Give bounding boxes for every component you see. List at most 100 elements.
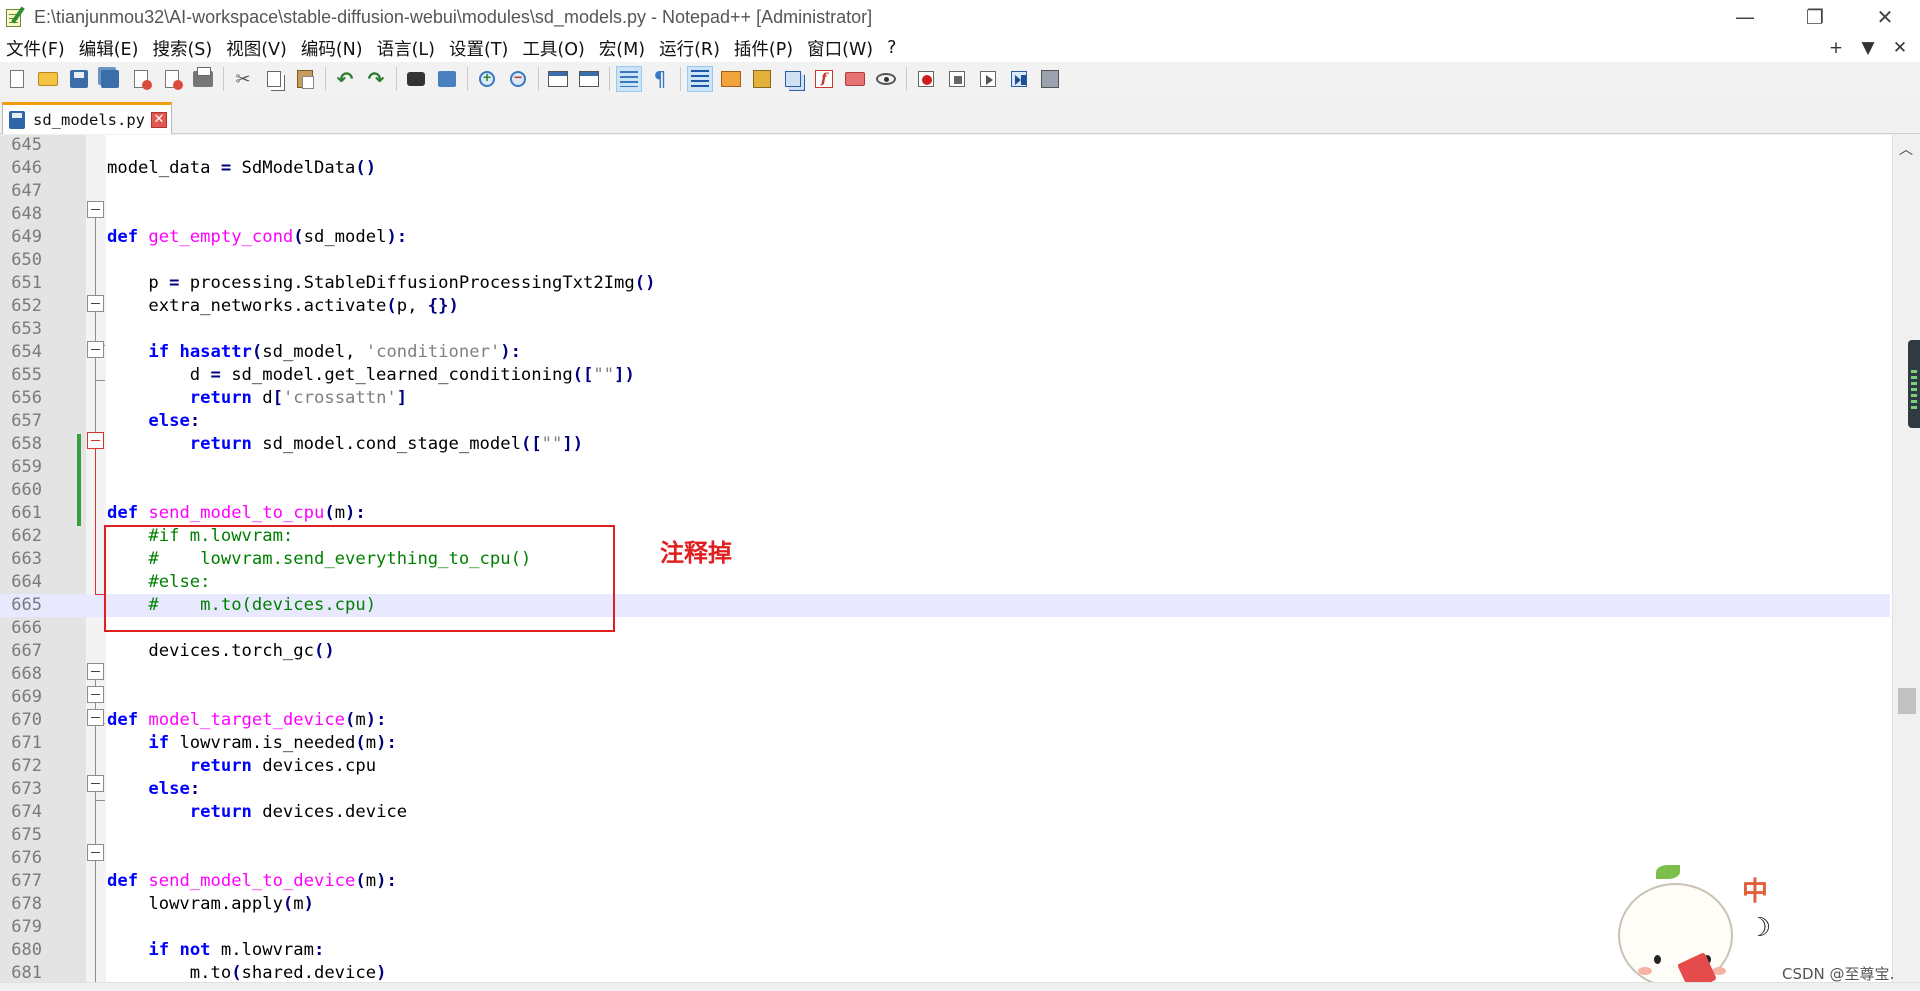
word-wrap-button[interactable]	[616, 66, 642, 92]
fold-toggle-icon[interactable]	[87, 775, 104, 792]
menu-window[interactable]: 窗口(W)	[800, 36, 880, 61]
code-line[interactable]: 679	[0, 916, 1890, 939]
fold-toggle-icon[interactable]	[87, 709, 104, 726]
document-map-button[interactable]	[749, 66, 775, 92]
tab-list-button[interactable]: ▼	[1852, 38, 1884, 58]
code-line[interactable]: 651 p = processing.StableDiffusionProces…	[0, 272, 1890, 295]
menu-file[interactable]: 文件(F)	[0, 36, 72, 61]
code-line[interactable]: 675	[0, 824, 1890, 847]
code-line[interactable]: 672 return devices.cpu	[0, 755, 1890, 778]
new-file-button[interactable]	[4, 66, 30, 92]
side-monitor-widget[interactable]	[1908, 340, 1920, 428]
function-list-button[interactable]: f	[811, 66, 837, 92]
code-line[interactable]: 645	[0, 135, 1890, 157]
code-line[interactable]: 660	[0, 479, 1890, 502]
menu-edit[interactable]: 编辑(E)	[72, 36, 146, 61]
code-line[interactable]: 670 def model_target_device(m):	[0, 709, 1890, 732]
code-line[interactable]: 674 return devices.device	[0, 801, 1890, 824]
stop-record-button[interactable]	[944, 66, 970, 92]
code-line[interactable]: 678 lowvram.apply(m)	[0, 893, 1890, 916]
minimize-button[interactable]: —	[1710, 0, 1780, 34]
copy-button[interactable]	[261, 66, 287, 92]
sync-vertical-button[interactable]	[545, 66, 571, 92]
scrollbar-thumb[interactable]	[1898, 688, 1916, 714]
run-macro-multiple-button[interactable]	[1006, 66, 1032, 92]
save-macro-button[interactable]	[1037, 66, 1063, 92]
scroll-up-icon[interactable]: ︿	[1899, 139, 1913, 159]
folder-workspace-button[interactable]	[842, 66, 868, 92]
code-line[interactable]: 649 def get_empty_cond(sd_model):	[0, 226, 1890, 249]
code-line[interactable]: 658 return sd_model.cond_stage_model([""…	[0, 433, 1890, 456]
play-macro-button[interactable]	[975, 66, 1001, 92]
close-all-button[interactable]	[159, 66, 185, 92]
undo-button[interactable]: ↶	[332, 66, 358, 92]
paste-button[interactable]	[292, 66, 318, 92]
tab-close-icon[interactable]: ✕	[150, 111, 167, 128]
zoom-in-button[interactable]	[474, 66, 500, 92]
record-macro-button[interactable]	[913, 66, 939, 92]
monitoring-button[interactable]	[873, 66, 899, 92]
menu-macro[interactable]: 宏(M)	[592, 36, 652, 61]
redo-button[interactable]: ↷	[363, 66, 389, 92]
fold-toggle-icon[interactable]	[87, 663, 104, 680]
menu-view[interactable]: 视图(V)	[219, 36, 294, 61]
fold-toggle-icon[interactable]	[87, 686, 104, 703]
vertical-scrollbar[interactable]: ︿	[1892, 135, 1920, 982]
code-line[interactable]: 661 def send_model_to_cpu(m):	[0, 502, 1890, 525]
code-line[interactable]: 647	[0, 180, 1890, 203]
menu-run[interactable]: 运行(R)	[652, 36, 727, 61]
menu-plugins[interactable]: 插件(P)	[727, 36, 800, 61]
code-line[interactable]: 667 devices.torch_gc()	[0, 640, 1890, 663]
fold-toggle-icon[interactable]	[87, 432, 104, 449]
code-line[interactable]: 657 else:	[0, 410, 1890, 433]
code-editor[interactable]: 645 646 model_data = SdModelData() 647 648 64…	[0, 135, 1920, 982]
menu-language[interactable]: 语言(L)	[370, 36, 442, 61]
find-button[interactable]	[403, 66, 429, 92]
menu-help[interactable]: ?	[880, 38, 903, 58]
user-language-button[interactable]	[718, 66, 744, 92]
code-line[interactable]: 659	[0, 456, 1890, 479]
fold-toggle-icon[interactable]	[87, 844, 104, 861]
menu-settings[interactable]: 设置(T)	[442, 36, 515, 61]
code-line[interactable]: 650	[0, 249, 1890, 272]
code-line[interactable]: 671 if lowvram.is_needed(m):	[0, 732, 1890, 755]
code-line[interactable]: 656 return d['crossattn']	[0, 387, 1890, 410]
cut-button[interactable]: ✂	[230, 66, 256, 92]
replace-button[interactable]	[434, 66, 460, 92]
close-doc-button[interactable]: ✕	[1884, 38, 1916, 58]
fold-toggle-icon[interactable]	[87, 295, 104, 312]
zoom-out-button[interactable]	[505, 66, 531, 92]
code-line[interactable]: 668	[0, 663, 1890, 686]
open-file-button[interactable]	[35, 66, 61, 92]
code-line[interactable]: 669	[0, 686, 1890, 709]
tab-sd-models[interactable]: sd_models.py ✕	[2, 102, 172, 134]
menu-tools[interactable]: 工具(O)	[515, 36, 591, 61]
code-line[interactable]: 648	[0, 203, 1890, 226]
menu-encoding[interactable]: 编码(N)	[294, 36, 370, 61]
restore-button[interactable]: ❐	[1780, 0, 1850, 34]
code-line[interactable]: 646 model_data = SdModelData()	[0, 157, 1890, 180]
new-tab-button[interactable]: +	[1820, 38, 1852, 58]
save-button[interactable]	[66, 66, 92, 92]
fold-toggle-icon[interactable]	[87, 201, 104, 218]
code-line[interactable]: 677 def send_model_to_device(m):	[0, 870, 1890, 893]
horizontal-scrollbar[interactable]	[0, 982, 1920, 991]
show-all-chars-button[interactable]: ¶	[647, 66, 673, 92]
close-button-tb[interactable]	[128, 66, 154, 92]
code-line[interactable]: 653	[0, 318, 1890, 341]
close-button[interactable]: ✕	[1850, 0, 1920, 34]
print-button[interactable]	[190, 66, 216, 92]
sync-horizontal-button[interactable]	[576, 66, 602, 92]
code-line[interactable]: 676	[0, 847, 1890, 870]
code-line[interactable]: 680 if not m.lowvram:	[0, 939, 1890, 962]
code-line[interactable]: 652 extra_networks.activate(p, {})	[0, 295, 1890, 318]
save-all-button[interactable]	[97, 66, 123, 92]
code-line[interactable]: 673 else:	[0, 778, 1890, 801]
clone-view-button[interactable]	[780, 66, 806, 92]
code-line[interactable]: 654 if hasattr(sd_model, 'conditioner'):	[0, 341, 1890, 364]
menu-search[interactable]: 搜索(S)	[145, 36, 219, 61]
indent-guide-button[interactable]	[687, 66, 713, 92]
code-line[interactable]: 681 m.to(shared.device)	[0, 962, 1890, 982]
fold-toggle-icon[interactable]	[87, 341, 104, 358]
code-line[interactable]: 655 d = sd_model.get_learned_conditionin…	[0, 364, 1890, 387]
